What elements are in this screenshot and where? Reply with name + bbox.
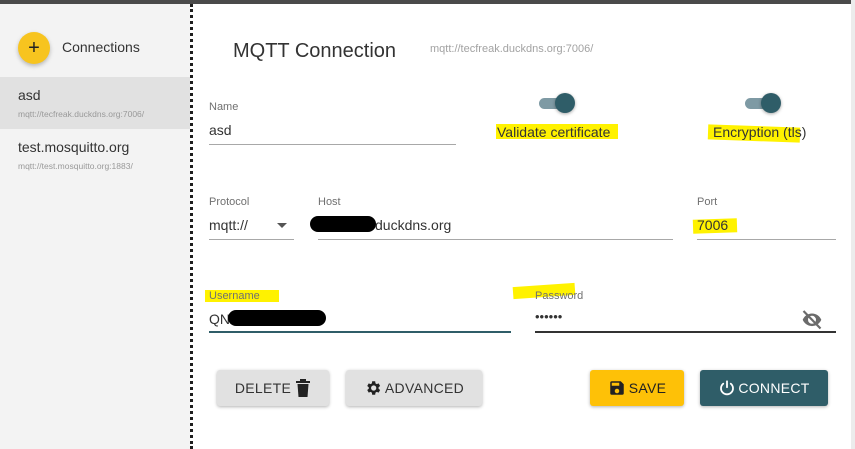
- port-label: Port: [697, 196, 718, 208]
- connection-url: mqtt://test.mosquitto.org:1883/: [18, 161, 133, 171]
- connection-url: mqtt://tecfreak.duckdns.org:7006/: [18, 109, 145, 119]
- host-input[interactable]: duckdns.org: [375, 217, 665, 239]
- port-input[interactable]: 7006: [697, 217, 832, 239]
- delete-button-label: DELETE: [234, 380, 292, 396]
- sidebar: + Connections asd mqtt://tecfreak.duckdn…: [0, 4, 190, 449]
- connection-name: asd: [18, 87, 41, 103]
- save-button-label: SAVE: [628, 380, 667, 396]
- delete-button[interactable]: DELETE: [217, 370, 329, 406]
- save-icon: [609, 381, 624, 395]
- trash-icon: [296, 379, 311, 397]
- save-button[interactable]: SAVE: [590, 370, 684, 406]
- chevron-down-icon[interactable]: [277, 223, 287, 228]
- protocol-select[interactable]: mqtt://: [209, 217, 294, 239]
- username-underline-focused: [209, 331, 511, 333]
- advanced-button[interactable]: ADVANCED: [346, 370, 482, 406]
- host-underline: [318, 239, 673, 240]
- validate-certificate-toggle[interactable]: [537, 93, 577, 113]
- add-connection-button[interactable]: +: [18, 32, 50, 64]
- username-label: Username: [209, 290, 260, 302]
- password-input[interactable]: ••••••: [535, 309, 790, 331]
- encryption-toggle[interactable]: [743, 93, 783, 113]
- gear-icon: [367, 381, 381, 395]
- connection-item-test-mosquitto[interactable]: test.mosquitto.org mqtt://test.mosquitto…: [0, 129, 190, 181]
- host-label: Host: [318, 196, 341, 208]
- eye-off-icon[interactable]: [800, 307, 824, 331]
- page-title: MQTT Connection: [233, 40, 397, 62]
- connection-url-subtitle: mqtt://tecfreak.duckdns.org:7006/: [430, 43, 594, 55]
- name-underline: [209, 144, 456, 145]
- protocol-label: Protocol: [209, 196, 250, 208]
- toggle-knob: [555, 93, 575, 113]
- toggle-knob: [761, 93, 781, 113]
- sidebar-title: Connections: [62, 39, 140, 55]
- plus-icon: +: [28, 37, 40, 59]
- encryption-label: Encryption (tls): [713, 124, 807, 140]
- connect-button[interactable]: CONNECT: [700, 370, 828, 406]
- password-label: Password: [535, 290, 584, 302]
- name-input[interactable]: asd: [209, 122, 454, 144]
- connect-button-label: CONNECT: [738, 380, 810, 396]
- connection-item-asd[interactable]: asd mqtt://tecfreak.duckdns.org:7006/: [0, 77, 190, 129]
- name-label: Name: [209, 101, 239, 113]
- validate-certificate-label: Validate certificate: [497, 124, 611, 140]
- password-underline: [535, 331, 836, 333]
- power-icon: [720, 380, 735, 396]
- redaction-mark: [310, 216, 376, 232]
- window-right-border: [851, 0, 855, 449]
- redaction-mark: [228, 310, 326, 326]
- app-window: + Connections asd mqtt://tecfreak.duckdn…: [0, 0, 855, 449]
- connection-name: test.mosquitto.org: [18, 139, 130, 155]
- protocol-underline: [209, 239, 294, 240]
- advanced-button-label: ADVANCED: [384, 380, 465, 396]
- port-underline: [697, 239, 836, 240]
- sidebar-divider: [190, 4, 193, 449]
